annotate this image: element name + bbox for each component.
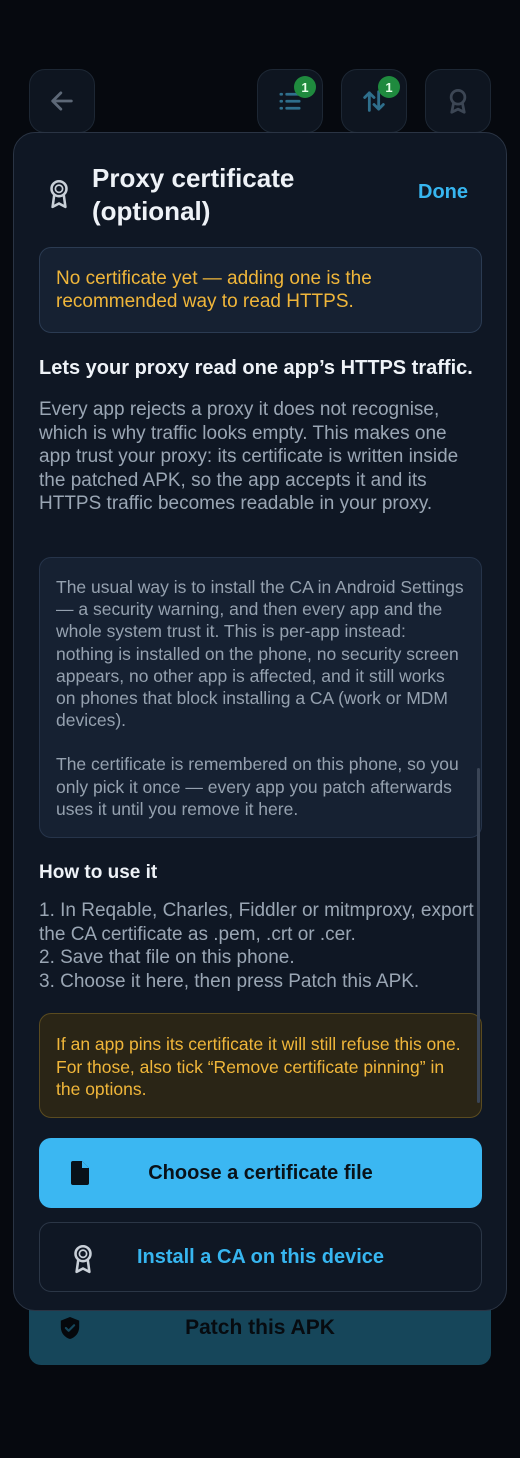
sheet-header: Proxy certificate (optional) Done — [14, 133, 506, 243]
sheet-title: Proxy certificate (optional) — [92, 163, 295, 226]
choose-certificate-button[interactable]: Choose a certificate file — [39, 1138, 482, 1208]
proxy-certificate-sheet: Proxy certificate (optional) Done No cer… — [13, 132, 507, 1311]
step-item: 3. Choose it here, then press Patch this… — [39, 970, 420, 992]
transfer-button[interactable]: 1 — [341, 69, 407, 133]
steps-list: 1. In Reqable, Charles, Fiddler or mitmp… — [39, 899, 484, 993]
info-box: The usual way is to install the CA in An… — [39, 557, 482, 838]
install-ca-button[interactable]: Install a CA on this device — [39, 1222, 482, 1292]
back-button[interactable] — [29, 69, 95, 133]
screen: 1 1 Patch this APK Proxy certificate (op… — [0, 0, 520, 1458]
certificate-icon — [74, 1244, 92, 1274]
list-badge: 1 — [294, 76, 316, 98]
step-item: 1. In Reqable, Charles, Fiddler or mitmp… — [39, 900, 474, 945]
transfer-badge: 1 — [378, 76, 400, 98]
patch-apk-label: Patch this APK — [185, 1315, 335, 1339]
install-ca-label: Install a CA on this device — [136, 1245, 385, 1268]
description-paragraph: Every app rejects a proxy it does not re… — [39, 399, 459, 514]
arrow-left-icon — [51, 91, 73, 111]
shield-check-icon — [60, 1317, 80, 1339]
pinning-warning: If an app pins its certificate it will s… — [39, 1013, 482, 1118]
scrollbar[interactable] — [477, 768, 480, 1103]
choose-certificate-label: Choose a certificate file — [148, 1161, 373, 1184]
info-paragraph-2: The certificate is remembered on this ph… — [56, 754, 459, 819]
certificate-icon — [50, 179, 68, 209]
how-to-heading: How to use it — [39, 862, 158, 883]
lead-heading: Lets your proxy read one app’s HTTPS tra… — [39, 357, 473, 379]
list-button[interactable]: 1 — [257, 69, 323, 133]
done-button[interactable]: Done — [418, 181, 468, 204]
certificate-button[interactable] — [425, 69, 491, 133]
no-certificate-notice: No certificate yet — adding one is the r… — [39, 247, 482, 333]
info-paragraph-1: The usual way is to install the CA in An… — [56, 577, 464, 731]
certificate-icon — [449, 89, 467, 114]
step-item: 2. Save that file on this phone. — [39, 947, 295, 968]
file-icon — [71, 1161, 89, 1185]
